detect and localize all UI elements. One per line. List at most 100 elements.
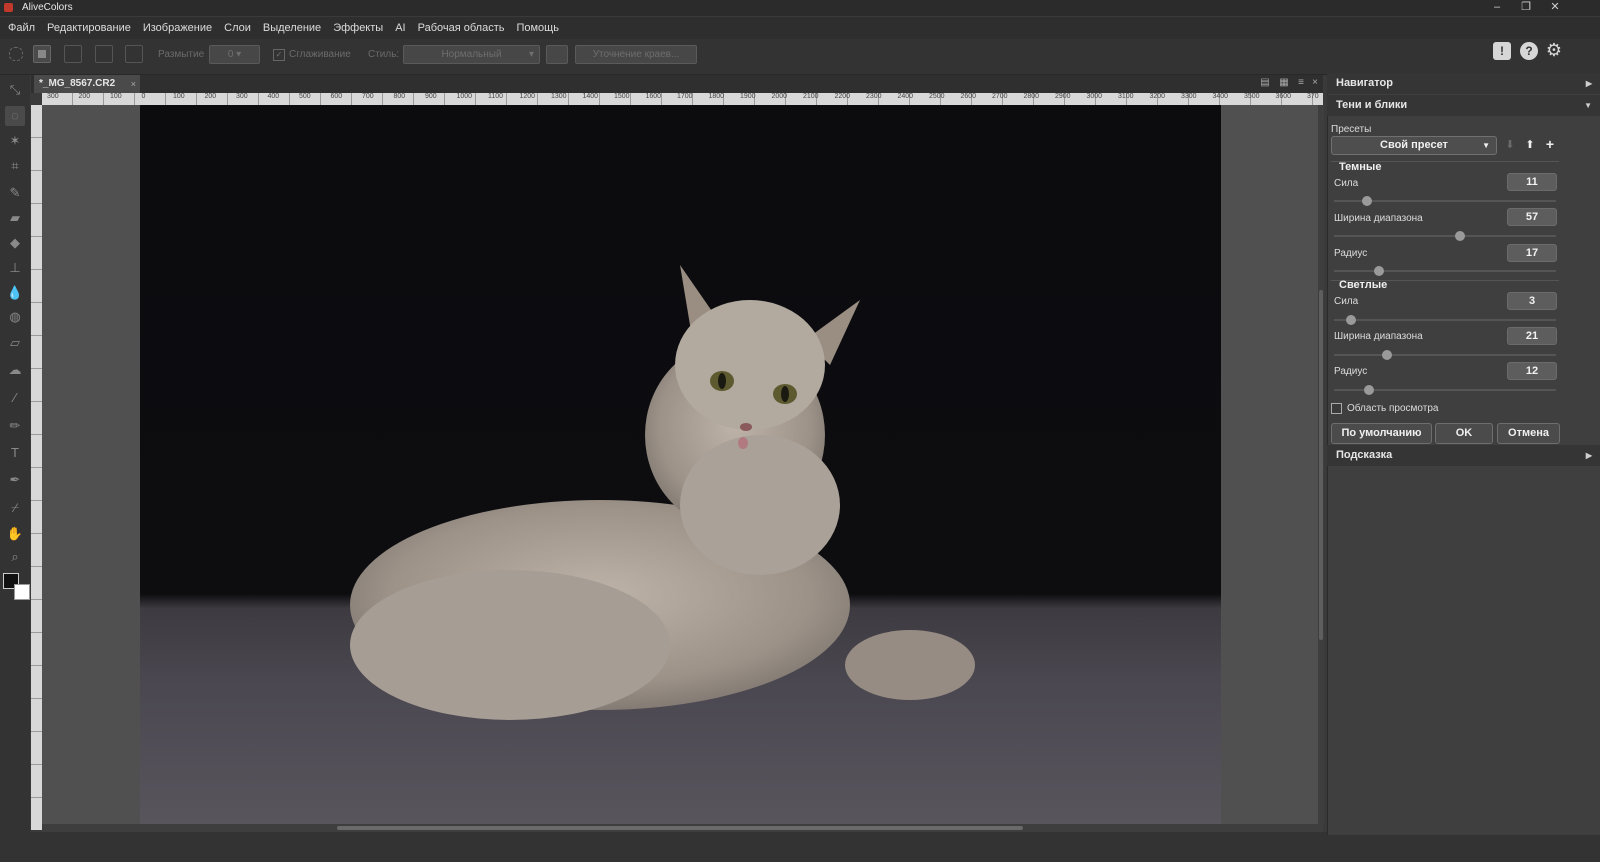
menu-ai[interactable]: AI [395,22,405,34]
shadows-highlights-header[interactable]: Тени и блики ▼ [1327,95,1600,116]
document-icon[interactable]: ▤ [1259,77,1271,89]
preset-add-icon[interactable]: + [1543,136,1557,152]
help-icon[interactable]: ? [1520,42,1538,60]
close-doc-icon[interactable]: × [1309,77,1321,89]
ruler-tick-label: 2700 [992,93,1008,100]
intersect-selection-icon[interactable] [125,45,143,63]
lasso-mode-icon[interactable] [9,47,23,61]
ruler-tick-label: 3000 [1086,93,1103,100]
brush-tool-icon[interactable]: ✎ [5,183,25,203]
dark-radius-input[interactable]: 17 [1507,244,1557,262]
cancel-button[interactable]: Отмена [1497,423,1560,444]
minimize-icon[interactable]: – [1483,0,1511,16]
grid-view-icon[interactable]: ▦ [1278,77,1290,89]
light-strength-label: Сила [1334,296,1359,307]
light-strength-input[interactable]: 3 [1507,292,1557,310]
ruler-tick-label: 700 [362,93,374,100]
light-strength-thumb[interactable] [1346,315,1357,325]
retouch-tool-icon[interactable]: ▱ [5,333,25,353]
light-section-title: Светлые [1339,279,1388,291]
menu-help[interactable]: Помощь [516,22,559,34]
preview-checkbox[interactable] [1331,403,1342,414]
line-tool-icon[interactable]: ⁄ [5,388,25,408]
horizontal-scroll-thumb[interactable] [337,826,1023,830]
menu-layers[interactable]: Слои [224,22,251,34]
photo-canvas-image [140,105,1221,824]
magic-wand-tool-icon[interactable]: ✶ [5,131,25,151]
light-range-track[interactable] [1334,354,1556,356]
menu-workspace[interactable]: Рабочая область [418,22,505,34]
light-radius-label: Радиус [1334,366,1368,377]
menu-select[interactable]: Выделение [263,22,321,34]
stamp-tool-icon[interactable]: ⊥ [5,258,25,278]
default-button[interactable]: По умолчанию [1331,423,1432,444]
menu-effects[interactable]: Эффекты [333,22,383,34]
background-color-swatch[interactable] [14,584,30,600]
ruler-tick-label: 200 [78,93,91,100]
menu-image[interactable]: Изображение [143,22,212,34]
lasso-tool-icon[interactable]: ◌ [5,106,25,126]
pencil-tool-icon[interactable]: ✏ [5,416,25,436]
list-menu-icon[interactable]: ≡ [1295,77,1307,89]
ruler-tick-label: 2100 [803,93,819,100]
navigator-panel-header[interactable]: Навигатор ▶ [1327,73,1600,94]
text-tool-icon[interactable]: T [5,443,25,463]
hint-panel-header[interactable]: Подсказка ▶ [1327,445,1600,466]
status-bar [0,832,1600,862]
drop-tool-icon[interactable]: 💧 [5,283,25,303]
preset-select[interactable]: Свой пресет ▼ [1331,136,1497,155]
dark-range-track[interactable] [1334,235,1556,237]
style-select[interactable]: Нормальный ▾ [403,45,540,64]
preset-download-icon[interactable]: ⬇ [1503,138,1517,152]
ruler-tick-label: 2600 [960,93,977,100]
feedback-icon[interactable]: ! [1493,42,1511,60]
ruler-tick-label: 1500 [614,93,630,100]
document-tab-bar [31,75,1323,93]
light-range-input[interactable]: 21 [1507,327,1557,345]
restore-icon[interactable]: ❐ [1512,0,1540,16]
hand-tool-icon[interactable]: ✋ [5,524,25,544]
document-tab[interactable]: *_MG_8567.CR2 × [34,75,140,93]
dark-radius-label: Радиус [1334,248,1368,259]
hint-title: Подсказка [1336,449,1393,461]
menu-edit[interactable]: Редактирование [47,22,131,34]
navigator-title: Навигатор [1336,77,1393,89]
pen-tool-icon[interactable]: ✒ [5,470,25,490]
new-selection-icon[interactable] [33,45,51,63]
ok-button[interactable]: OK [1435,423,1493,444]
light-radius-input[interactable]: 12 [1507,362,1557,380]
smudge-tool-icon[interactable]: ◍ [5,307,25,327]
dark-strength-label: Сила [1334,178,1359,189]
menu-file[interactable]: Файл [8,22,35,34]
ruler-tick-label: 2900 [1055,93,1071,100]
refine-edges-button[interactable]: Уточнение краев... [575,45,697,64]
add-selection-icon[interactable] [64,45,82,63]
selection-frame-icon[interactable] [546,45,568,64]
tab-close-icon[interactable]: × [131,75,136,93]
blur-input[interactable]: 0 ▾ [209,45,260,64]
eraser-tool-icon[interactable]: ▰ [5,208,25,228]
dark-range-label: Ширина диапазона [1334,213,1423,224]
zoom-tool-icon[interactable]: ⌕ [5,547,25,567]
dark-range-input[interactable]: 57 [1507,208,1557,226]
subtract-selection-icon[interactable] [95,45,113,63]
eyedropper-tool-icon[interactable]: ⌿ [5,498,25,518]
ruler-tick-label: 3500 [1244,93,1260,100]
preview-label: Область просмотра [1347,403,1439,414]
dark-radius-track[interactable] [1334,270,1556,272]
sponge-tool-icon[interactable]: ☁ [5,360,25,380]
close-icon[interactable]: ✕ [1541,0,1569,16]
ruler-tick-label: 3600 [1275,93,1292,100]
preset-upload-icon[interactable]: ⬆ [1523,138,1537,152]
smooth-checkbox[interactable]: ✓ [273,49,285,61]
ruler-tick-label: 3100 [1118,93,1134,100]
ruler-tick-label: 1700 [677,93,693,100]
dark-strength-input[interactable]: 11 [1507,173,1557,191]
vertical-scroll-thumb[interactable] [1319,290,1323,640]
fill-tool-icon[interactable]: ◆ [5,233,25,253]
expand-arrow-icon: ▶ [1585,451,1592,460]
light-strength-track[interactable] [1334,319,1556,321]
move-tool-icon[interactable]: ⤡ [5,80,25,100]
settings-gear-icon[interactable]: ⚙ [1544,40,1564,60]
crop-tool-icon[interactable]: ⌗ [5,156,25,176]
